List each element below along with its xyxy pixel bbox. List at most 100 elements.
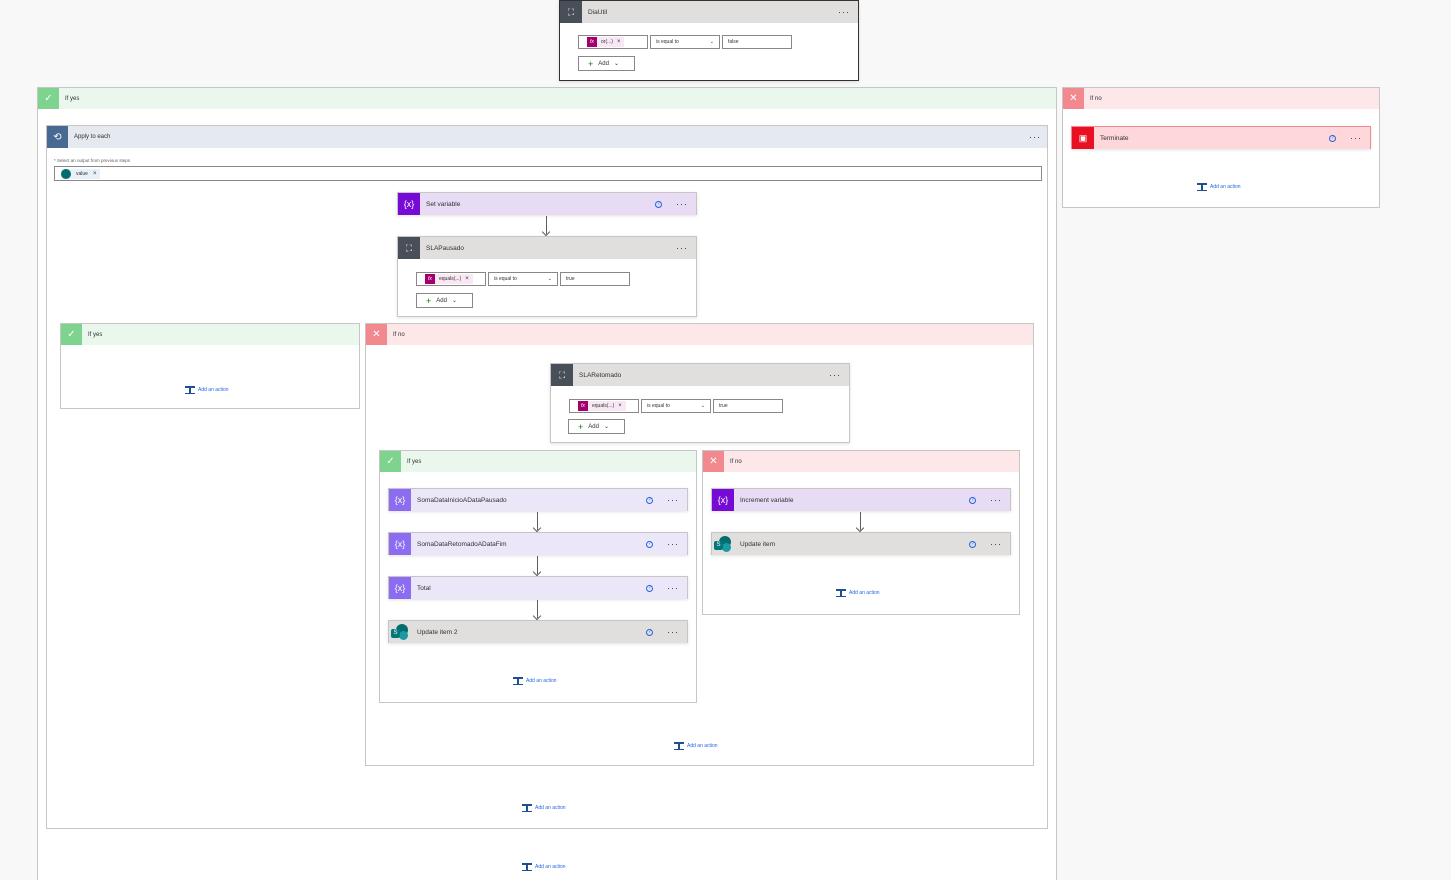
select-output-field[interactable]: value × xyxy=(54,166,1042,181)
more-icon[interactable]: ··· xyxy=(667,584,679,593)
add-action-label: Add an action xyxy=(526,678,557,684)
more-icon[interactable]: ··· xyxy=(667,628,679,637)
if-yes-header[interactable]: ✓ If yes xyxy=(38,88,1056,109)
condition-value-left[interactable]: fx or(...) × xyxy=(578,35,648,49)
more-icon[interactable]: ··· xyxy=(990,496,1002,505)
if-no-label: If no xyxy=(1090,95,1102,102)
action-header[interactable]: {x} SomaDataRetomadoADataFim ? ··· xyxy=(389,533,687,555)
action-card-soma-inicio[interactable]: {x} SomaDataInicioADataPausado ? ··· xyxy=(388,488,688,511)
variable-icon: {x} xyxy=(389,533,411,555)
condition-value-right[interactable]: true xyxy=(713,399,783,413)
chevron-down-icon: ⌄ xyxy=(613,61,619,67)
close-icon: ✕ xyxy=(1063,88,1084,109)
add-an-action-link[interactable]: Add an action xyxy=(1197,183,1241,191)
add-an-action-link[interactable]: Add an action xyxy=(836,589,880,597)
help-icon[interactable]: ? xyxy=(969,496,976,504)
more-icon[interactable]: ··· xyxy=(676,244,688,253)
more-icon[interactable]: ··· xyxy=(1350,134,1362,143)
action-header[interactable]: {x} Set variable ? ··· xyxy=(398,193,696,215)
add-action-icon xyxy=(522,804,532,812)
add-button[interactable]: + Add ⌄ xyxy=(568,419,625,434)
expression-token[interactable]: fx equals(...) × xyxy=(425,274,473,284)
add-button[interactable]: + Add ⌄ xyxy=(578,56,635,71)
add-an-action-link[interactable]: Add an action xyxy=(522,804,566,812)
help-icon[interactable]: ? xyxy=(646,584,653,592)
help-icon[interactable]: ? xyxy=(655,200,662,208)
add-action-label: Add an action xyxy=(687,743,718,749)
condition-value-left[interactable]: fx equals(...) × xyxy=(416,272,486,286)
connector-arrow xyxy=(537,556,538,574)
more-icon[interactable]: ··· xyxy=(667,540,679,549)
action-header[interactable]: S Update item ? ··· xyxy=(712,533,1010,555)
more-icon[interactable]: ··· xyxy=(667,496,679,505)
condition-value-right[interactable]: false xyxy=(722,35,792,49)
more-icon[interactable]: ··· xyxy=(990,540,1002,549)
connector-arrow xyxy=(860,512,861,530)
condition-row: fx equals(...) × is equal to ⌄ true xyxy=(569,399,783,413)
variable-icon: {x} xyxy=(712,489,734,511)
dynamic-value-chip[interactable]: value × xyxy=(61,168,101,179)
more-icon[interactable]: ··· xyxy=(838,8,850,17)
help-icon[interactable]: ? xyxy=(646,628,653,636)
add-an-action-link[interactable]: Add an action xyxy=(522,863,566,871)
action-card-set-variable[interactable]: {x} Set variable ? ··· xyxy=(397,192,697,215)
help-icon[interactable]: ? xyxy=(646,540,653,548)
action-header[interactable]: {x} SomaDataInicioADataPausado ? ··· xyxy=(389,489,687,511)
help-icon[interactable]: ? xyxy=(646,496,653,504)
expression-token[interactable]: fx or(...) × xyxy=(587,37,625,47)
condition-card-header[interactable]: ⛶ DiaUtil ··· xyxy=(560,1,858,23)
help-icon[interactable]: ? xyxy=(1329,134,1336,142)
condition-title: DiaUtil xyxy=(588,8,608,16)
expression-token[interactable]: fx equals(...) × xyxy=(578,401,626,411)
action-card-update-item-2[interactable]: S Update item 2 ? ··· xyxy=(388,620,688,643)
if-no-header[interactable]: ✕ If no xyxy=(703,451,1019,472)
fx-icon: fx xyxy=(425,274,435,284)
add-an-action-link[interactable]: Add an action xyxy=(513,677,557,685)
condition-card-header[interactable]: ⛶ SLARetomado ··· xyxy=(551,364,849,386)
if-yes-header[interactable]: ✓ If yes xyxy=(61,324,359,345)
condition-icon: ⛶ xyxy=(398,237,420,259)
action-card-update-item[interactable]: S Update item ? ··· xyxy=(711,532,1011,555)
apply-to-each-header[interactable]: ⟲ Apply to each ··· xyxy=(47,126,1047,148)
remove-token-icon[interactable]: × xyxy=(617,39,621,45)
condition-row: fx or(...) × is equal to ⌄ false xyxy=(578,35,792,49)
add-button[interactable]: + Add ⌄ xyxy=(416,293,473,308)
close-icon: ✕ xyxy=(366,324,387,345)
help-icon[interactable]: ? xyxy=(969,540,976,548)
remove-token-icon[interactable]: × xyxy=(618,403,622,409)
if-yes-header[interactable]: ✓ If yes xyxy=(380,451,696,472)
add-an-action-link[interactable]: Add an action xyxy=(674,742,718,750)
action-header[interactable]: ▣ Terminate ? ··· xyxy=(1072,127,1370,149)
sharepoint-icon: S xyxy=(712,533,734,555)
if-no-header[interactable]: ✕ If no xyxy=(1063,88,1379,109)
add-action-icon xyxy=(522,863,532,871)
action-title: Increment variable xyxy=(740,496,794,504)
remove-token-icon[interactable]: × xyxy=(93,171,97,177)
condition-value-right[interactable]: true xyxy=(560,272,630,286)
action-card-total[interactable]: {x} Total ? ··· xyxy=(388,576,688,599)
condition-title: SLARetomado xyxy=(579,371,622,379)
action-header[interactable]: {x} Increment variable ? ··· xyxy=(712,489,1010,511)
if-yes-branch-slapausado: ✓ If yes Add an action xyxy=(60,323,360,409)
action-card-terminate[interactable]: ▣ Terminate ? ··· xyxy=(1071,126,1371,149)
more-icon[interactable]: ··· xyxy=(829,371,841,380)
add-an-action-link[interactable]: Add an action xyxy=(185,386,229,394)
operator-dropdown[interactable]: is equal to ⌄ xyxy=(488,272,558,286)
operator-dropdown[interactable]: is equal to ⌄ xyxy=(641,399,711,413)
more-icon[interactable]: ··· xyxy=(676,200,688,209)
add-action-label: Add an action xyxy=(198,387,229,393)
action-card-increment-variable[interactable]: {x} Increment variable ? ··· xyxy=(711,488,1011,511)
action-header[interactable]: {x} Total ? ··· xyxy=(389,577,687,599)
operator-dropdown[interactable]: is equal to ⌄ xyxy=(650,35,720,49)
token-label: equals(...) xyxy=(592,403,615,409)
add-action-icon xyxy=(185,386,195,394)
condition-value-left[interactable]: fx equals(...) × xyxy=(569,399,639,413)
add-action-label: Add an action xyxy=(535,864,566,870)
action-card-soma-retomado[interactable]: {x} SomaDataRetomadoADataFim ? ··· xyxy=(388,532,688,555)
if-no-header[interactable]: ✕ If no xyxy=(366,324,1033,345)
remove-token-icon[interactable]: × xyxy=(465,276,469,282)
condition-card-header[interactable]: ⛶ SLAPausado ··· xyxy=(398,237,696,259)
more-icon[interactable]: ··· xyxy=(1029,132,1041,142)
connector-arrow xyxy=(546,216,547,234)
action-header[interactable]: S Update item 2 ? ··· xyxy=(389,621,687,643)
